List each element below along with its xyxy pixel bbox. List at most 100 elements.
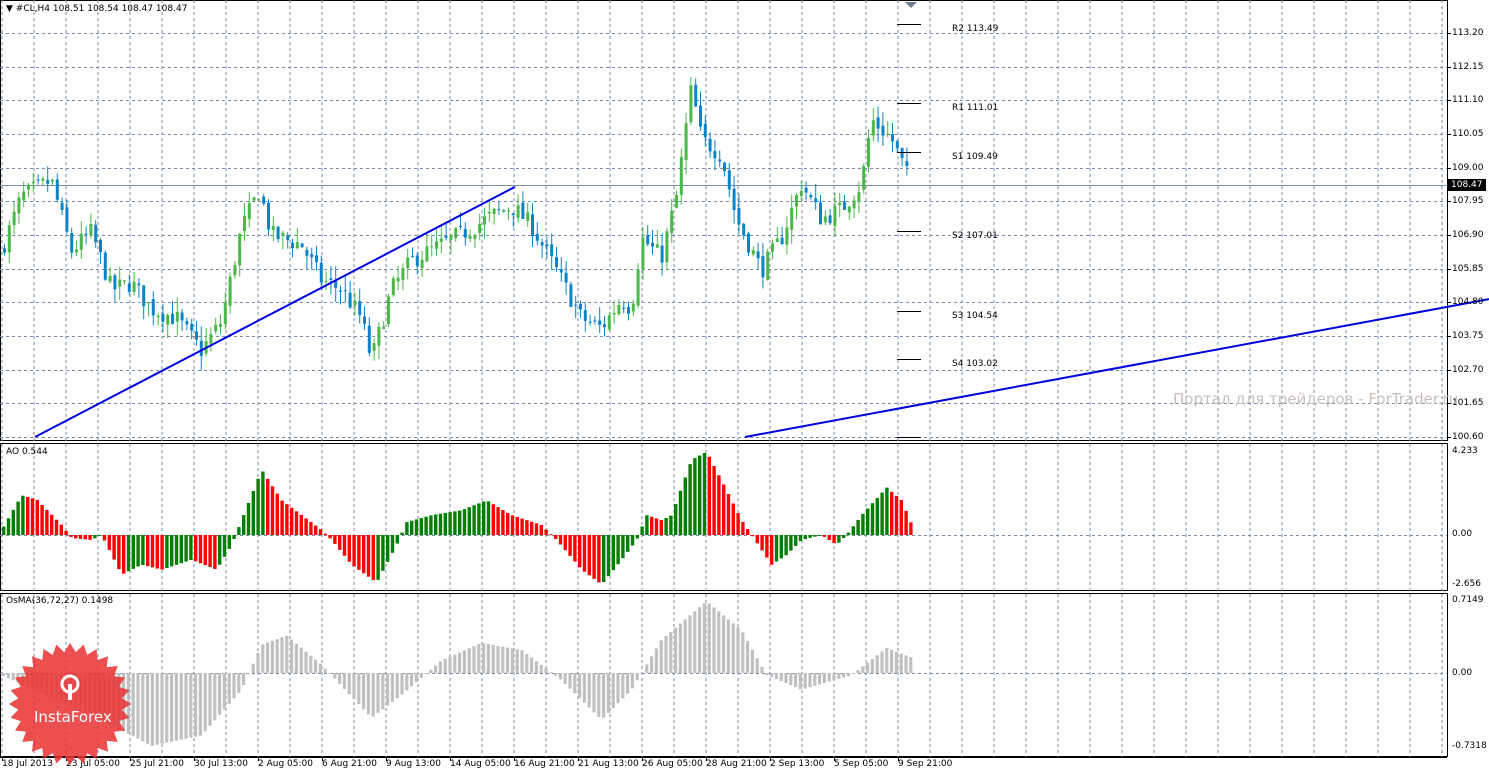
candle-body: [838, 202, 842, 206]
candle: [891, 123, 894, 153]
candle: [675, 190, 678, 209]
osma-axis-zero: 0.00: [1452, 668, 1473, 678]
candle-body: [214, 324, 218, 332]
candle: [516, 194, 520, 223]
osma-bar: [146, 673, 150, 744]
ao-bar: [707, 456, 711, 535]
candle-body: [7, 225, 11, 253]
osma-bar: [573, 673, 577, 694]
candle: [209, 326, 213, 352]
osma-bar: [261, 644, 265, 673]
candle-body: [550, 244, 554, 256]
candle-body: [847, 206, 851, 213]
candle-body: [185, 321, 189, 325]
ao-bar: [222, 535, 227, 557]
ao-bar: [664, 517, 668, 535]
candle-body: [247, 203, 251, 220]
candle-body: [651, 242, 654, 247]
osma-bar: [285, 635, 289, 673]
ao-bar: [155, 535, 159, 569]
candle-body: [291, 242, 294, 249]
candle: [521, 191, 525, 220]
candle-body: [271, 226, 275, 231]
candle: [809, 192, 813, 200]
ao-bar: [304, 518, 308, 535]
candle: [617, 299, 621, 316]
osma-bar: [486, 644, 490, 673]
candle: [46, 166, 50, 192]
candle-body: [569, 284, 573, 307]
price-tick-label: 104.80: [1452, 296, 1484, 307]
ao-bar: [741, 521, 745, 535]
osma-bar: [712, 607, 716, 673]
ao-bar: [184, 535, 188, 562]
candle-body: [535, 233, 539, 241]
osma-bar: [870, 659, 874, 673]
candle: [694, 78, 698, 107]
candle: [876, 106, 880, 143]
candle: [286, 232, 290, 249]
candle-body: [55, 179, 59, 200]
osma-bar: [515, 649, 519, 673]
candle: [732, 175, 736, 224]
collapse-triangle-icon[interactable]: ▼: [6, 4, 13, 14]
candle-body: [382, 326, 386, 330]
logo-starburst: [9, 643, 131, 765]
osma-bar: [328, 673, 332, 674]
chart-canvas[interactable]: [0, 0, 1489, 773]
osma-bar: [414, 673, 418, 683]
price-tick-label: 107.95: [1452, 195, 1484, 206]
ao-bar: [290, 507, 294, 535]
candle: [430, 234, 434, 257]
ao-bar: [462, 509, 467, 535]
candle: [310, 247, 314, 270]
osma-bar: [131, 673, 135, 737]
ao-bar: [246, 502, 251, 535]
osma-bar: [654, 648, 658, 673]
candle-body: [262, 196, 266, 204]
candle-body: [699, 105, 702, 127]
candle-body: [559, 269, 563, 273]
osma-bar: [534, 661, 538, 673]
ao-bar: [395, 535, 399, 544]
watermark: Портал для трейдеров - ForTrader.ru: [1173, 390, 1459, 408]
ao-bar: [410, 520, 414, 535]
candle-body: [243, 215, 246, 232]
candle: [51, 178, 54, 186]
candle-body: [718, 159, 722, 162]
candle: [60, 197, 64, 215]
osma-bar: [602, 673, 606, 718]
candle: [118, 266, 122, 300]
ao-bar: [491, 504, 495, 535]
ao-bar: [501, 509, 505, 535]
shift-marker-icon: [905, 2, 917, 8]
candle: [281, 230, 285, 250]
osma-bar: [741, 632, 745, 673]
ao-bar: [486, 501, 491, 535]
candle-body: [843, 201, 846, 210]
ao-bar: [294, 511, 299, 535]
pivot-label: R1 111.01: [952, 102, 999, 113]
candle: [12, 201, 16, 235]
candle: [603, 316, 606, 337]
chart-header: ▼ #CL,H4 108.51 108.54 108.47 108.47: [6, 4, 187, 14]
candle-body: [679, 157, 683, 195]
ao-bar: [371, 535, 375, 581]
candle: [531, 203, 534, 248]
candle: [99, 238, 102, 264]
ao-bar: [309, 522, 313, 535]
ao-bar: [30, 498, 35, 535]
candle-body: [531, 214, 534, 237]
osma-bar: [424, 673, 428, 674]
osma-bar: [563, 673, 567, 684]
candle-body: [315, 255, 318, 263]
osma-bar: [750, 649, 754, 673]
candle-body: [612, 313, 616, 315]
candle: [718, 150, 722, 168]
candle-body: [670, 210, 674, 234]
candle: [195, 321, 198, 346]
candle: [598, 307, 602, 334]
candle: [507, 207, 510, 221]
ao-bar: [506, 512, 510, 535]
ao-bar: [275, 493, 279, 535]
